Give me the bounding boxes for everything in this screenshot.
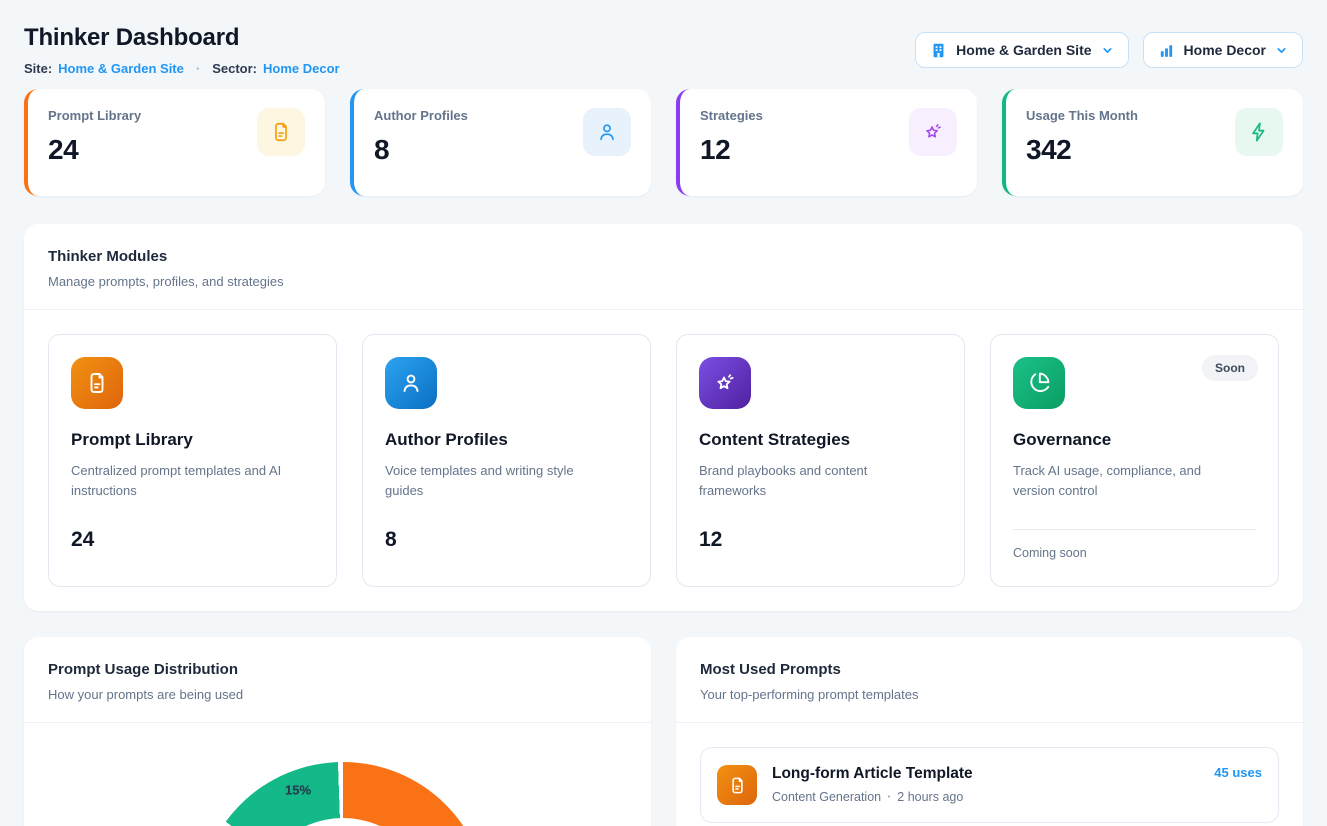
donut-percent-label: 15% — [285, 783, 311, 798]
sector-dropdown[interactable]: Home Decor — [1143, 32, 1303, 68]
prompt-title: Long-form Article Template — [772, 765, 973, 783]
coming-soon-text: Coming soon — [1013, 546, 1256, 560]
modules-panel-header: Thinker Modules Manage prompts, profiles… — [24, 224, 1303, 309]
sector-label: Sector: — [212, 61, 257, 76]
usage-distribution-card: Prompt Usage Distribution How your promp… — [24, 637, 651, 826]
sector-dropdown-label: Home Decor — [1184, 42, 1266, 58]
stat-value: 12 — [700, 134, 763, 166]
building-icon — [930, 42, 947, 59]
stat-label: Author Profiles — [374, 108, 468, 123]
stat-card-strategies: Strategies 12 — [676, 89, 977, 196]
site-dropdown-label: Home & Garden Site — [956, 42, 1091, 58]
module-divider — [1013, 529, 1256, 530]
donut-chart-area: 15% — [24, 723, 651, 826]
stat-card-usage: Usage This Month 342 — [1002, 89, 1303, 196]
usage-card-subtitle: How your prompts are being used — [48, 687, 627, 702]
prompt-time: 2 hours ago — [897, 790, 963, 804]
lightning-icon — [1235, 108, 1283, 156]
dashboard-page: Thinker Dashboard Site: Home & Garden Si… — [0, 0, 1327, 826]
donut-chart[interactable] — [198, 762, 488, 826]
module-count: 8 — [385, 528, 628, 552]
modules-panel-title: Thinker Modules — [48, 248, 1279, 265]
usage-card-header: Prompt Usage Distribution How your promp… — [24, 637, 651, 722]
stat-value: 24 — [48, 134, 141, 166]
module-description: Track AI usage, compliance, and version … — [1013, 461, 1243, 501]
module-title: Content Strategies — [699, 430, 942, 450]
stat-label: Prompt Library — [48, 108, 141, 123]
soon-badge: Soon — [1202, 355, 1258, 381]
module-description: Voice templates and writing style guides — [385, 461, 615, 501]
prompts-card-subtitle: Your top-performing prompt templates — [700, 687, 1279, 702]
module-title: Governance — [1013, 430, 1256, 450]
sector-link[interactable]: Home Decor — [263, 61, 340, 76]
document-icon — [71, 357, 123, 409]
site-link[interactable]: Home & Garden Site — [58, 61, 184, 76]
stat-card-prompt-library: Prompt Library 24 — [24, 89, 325, 196]
stat-card-author-profiles: Author Profiles 8 — [350, 89, 651, 196]
module-description: Centralized prompt templates and AI inst… — [71, 461, 301, 501]
prompts-card-header: Most Used Prompts Your top-performing pr… — [676, 637, 1303, 722]
prompt-uses-count: 45 uses — [1214, 765, 1262, 780]
module-count: 12 — [699, 528, 942, 552]
thinker-modules-panel: Thinker Modules Manage prompts, profiles… — [24, 224, 1303, 611]
bottom-row: Prompt Usage Distribution How your promp… — [24, 637, 1303, 826]
user-icon — [583, 108, 631, 156]
document-icon — [717, 765, 757, 805]
modules-panel-subtitle: Manage prompts, profiles, and strategies — [48, 274, 1279, 289]
document-icon — [257, 108, 305, 156]
module-card-content-strategies[interactable]: Content Strategies Brand playbooks and c… — [676, 334, 965, 587]
page-title: Thinker Dashboard — [24, 24, 340, 52]
module-title: Prompt Library — [71, 430, 314, 450]
sparkle-star-icon — [909, 108, 957, 156]
prompt-meta: Content Generation · 2 hours ago — [772, 790, 1262, 804]
bar-chart-icon — [1158, 42, 1175, 59]
prompt-category: Content Generation — [772, 790, 881, 804]
module-card-prompt-library[interactable]: Prompt Library Centralized prompt templa… — [48, 334, 337, 587]
site-dropdown[interactable]: Home & Garden Site — [915, 32, 1128, 68]
site-sector-line: Site: Home & Garden Site · Sector: Home … — [24, 61, 340, 76]
user-icon — [385, 357, 437, 409]
most-used-prompts-card: Most Used Prompts Your top-performing pr… — [676, 637, 1303, 826]
chevron-down-icon — [1101, 44, 1114, 57]
pie-chart-icon — [1013, 357, 1065, 409]
module-description: Brand playbooks and content frameworks — [699, 461, 929, 501]
chevron-down-icon — [1275, 44, 1288, 57]
sparkle-star-icon — [699, 357, 751, 409]
module-title: Author Profiles — [385, 430, 628, 450]
donut-hole — [254, 818, 432, 826]
stat-value: 8 — [374, 134, 468, 166]
stats-row: Prompt Library 24 Author Profiles 8 Stra… — [24, 89, 1303, 196]
page-header: Thinker Dashboard Site: Home & Garden Si… — [24, 24, 1303, 76]
site-label: Site: — [24, 61, 52, 76]
module-card-author-profiles[interactable]: Author Profiles Voice templates and writ… — [362, 334, 651, 587]
stat-label: Usage This Month — [1026, 108, 1138, 123]
header-controls: Home & Garden Site Home Decor — [915, 32, 1303, 68]
stat-value: 342 — [1026, 134, 1138, 166]
prompt-list: Long-form Article Template 45 uses Conte… — [676, 723, 1303, 826]
header-titles: Thinker Dashboard Site: Home & Garden Si… — [24, 24, 340, 76]
prompt-list-item[interactable]: Long-form Article Template 45 uses Conte… — [700, 747, 1279, 823]
usage-card-title: Prompt Usage Distribution — [48, 661, 627, 678]
module-count: 24 — [71, 528, 314, 552]
prompts-card-title: Most Used Prompts — [700, 661, 1279, 678]
stat-label: Strategies — [700, 108, 763, 123]
dot-separator: · — [887, 790, 891, 804]
module-card-governance[interactable]: Soon Governance Track AI usage, complian… — [990, 334, 1279, 587]
modules-grid: Prompt Library Centralized prompt templa… — [24, 310, 1303, 611]
dot-separator: · — [196, 61, 200, 76]
